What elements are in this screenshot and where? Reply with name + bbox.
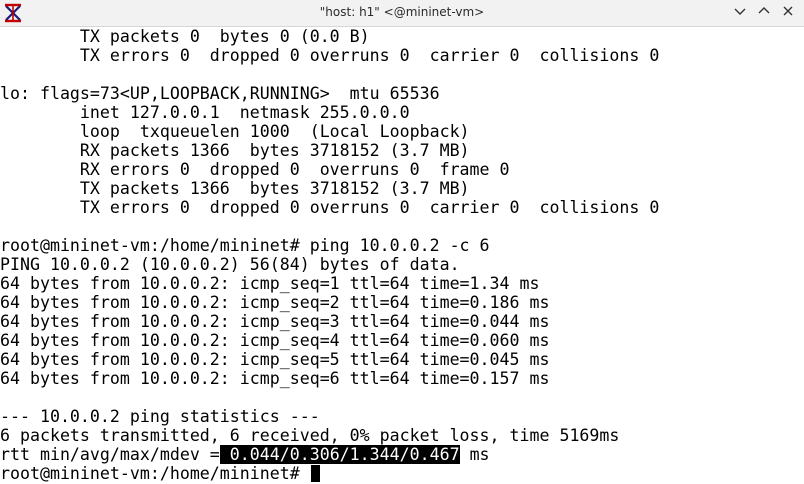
terminal-line: PING 10.0.0.2 (10.0.0.2) 56(84) bytes of…	[0, 255, 460, 274]
prompt-line: root@mininet-vm:/home/mininet#	[0, 464, 320, 483]
terminal-line: 64 bytes from 10.0.0.2: icmp_seq=6 ttl=6…	[0, 369, 550, 388]
terminal-line: 64 bytes from 10.0.0.2: icmp_seq=4 ttl=6…	[0, 331, 550, 350]
window-title: "host: h1" <@mininet-vm>	[319, 5, 485, 19]
terminal-line: 64 bytes from 10.0.0.2: icmp_seq=1 ttl=6…	[0, 274, 540, 293]
terminal-line: TX packets 0 bytes 0 (0.0 B)	[0, 27, 370, 46]
terminal-line: TX errors 0 dropped 0 overruns 0 carrier…	[0, 46, 660, 65]
chevron-down-icon	[733, 4, 747, 23]
title-bar[interactable]: "host: h1" <@mininet-vm>	[0, 0, 804, 27]
terminal-line: 64 bytes from 10.0.0.2: icmp_seq=2 ttl=6…	[0, 293, 550, 312]
terminal-line: TX errors 0 dropped 0 overruns 0 carrier…	[0, 198, 660, 217]
terminal-line: 6 packets transmitted, 6 received, 0% pa…	[0, 426, 620, 445]
terminal-output[interactable]: TX packets 0 bytes 0 (0.0 B) TX errors 0…	[0, 27, 804, 484]
terminal-line: loop txqueuelen 1000 (Local Loopback)	[0, 122, 470, 141]
terminal-line: RX packets 1366 bytes 3718152 (3.7 MB)	[0, 141, 470, 160]
chevron-up-icon	[757, 4, 771, 23]
shell-prompt: root@mininet-vm:/home/mininet#	[0, 464, 310, 483]
maximize-button[interactable]	[753, 2, 775, 24]
terminal-line: inet 127.0.0.1 netmask 255.0.0.0	[0, 103, 410, 122]
rtt-line: rtt min/avg/max/mdev = 0.044/0.306/1.344…	[0, 445, 490, 464]
terminal-line: root@mininet-vm:/home/mininet# ping 10.0…	[0, 236, 490, 255]
close-button[interactable]	[777, 2, 799, 24]
rtt-unit: ms	[459, 445, 490, 464]
text-cursor	[310, 465, 320, 482]
minimize-button[interactable]	[729, 2, 751, 24]
selected-text[interactable]: 0.044/0.306/1.344/0.467	[219, 445, 460, 464]
terminal-line: 64 bytes from 10.0.0.2: icmp_seq=3 ttl=6…	[0, 312, 550, 331]
terminal-line: TX packets 1366 bytes 3718152 (3.7 MB)	[0, 179, 470, 198]
terminal-line: lo: flags=73<UP,LOOPBACK,RUNNING> mtu 65…	[0, 84, 440, 103]
terminal-line: --- 10.0.0.2 ping statistics ---	[0, 407, 320, 426]
terminal-line: 64 bytes from 10.0.0.2: icmp_seq=5 ttl=6…	[0, 350, 550, 369]
terminal-line: RX errors 0 dropped 0 overruns 0 frame 0	[0, 160, 510, 179]
rtt-label: rtt min/avg/max/mdev =	[0, 445, 220, 464]
close-icon	[781, 4, 795, 23]
terminal-window: "host: h1" <@mininet-vm> TX packets 0 by…	[0, 0, 804, 484]
